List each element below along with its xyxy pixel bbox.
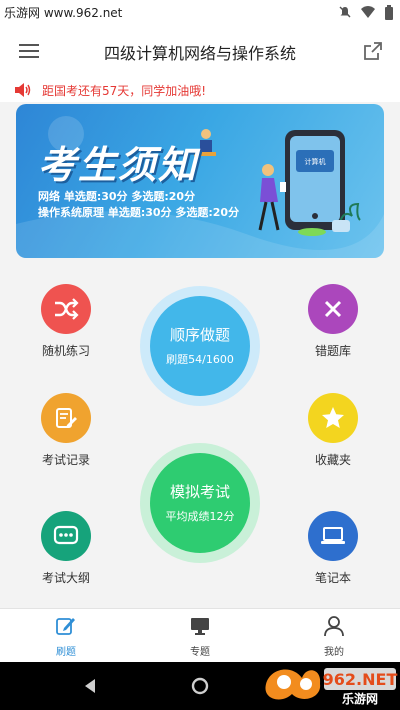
status-icons	[338, 4, 394, 20]
svg-text:962.NET: 962.NET	[323, 670, 398, 689]
share-button[interactable]	[360, 38, 386, 64]
exam-outline-button[interactable]: 考试大纲	[26, 511, 106, 586]
sequential-practice-progress: 刷题54/1600	[166, 353, 234, 366]
pencil-square-icon	[56, 618, 75, 635]
chat-dots-icon	[53, 525, 79, 545]
tab-practice[interactable]: 刷题	[26, 615, 106, 658]
notebook-circle	[308, 511, 358, 561]
sequential-practice-title: 顺序做题	[169, 326, 230, 344]
back-icon[interactable]	[80, 676, 100, 696]
edit-icon	[56, 408, 77, 428]
app-header: 四级计算机网络与操作系统	[0, 24, 400, 78]
shuffle-icon	[55, 298, 79, 320]
status-bar: 乐游网 www.962.net	[0, 0, 400, 24]
mock-exam-title: 模拟考试	[169, 483, 230, 501]
share-icon	[364, 42, 382, 60]
exam-countdown-notice: 距国考还有57天，同学加油哦!	[0, 78, 400, 102]
notice-text: 距国考还有57天，同学加油哦!	[42, 84, 207, 98]
wrong-questions-circle	[308, 284, 358, 334]
exam-records-label: 考试记录	[41, 453, 90, 467]
battery-icon	[385, 4, 393, 20]
mock-exam-button[interactable]: 模拟考试 平均成绩12分	[150, 453, 250, 553]
star-icon	[322, 407, 344, 428]
sequential-practice-button[interactable]: 顺序做题 刷题54/1600	[150, 296, 250, 396]
site-watermark-logo: 962.NET 乐游网	[262, 660, 398, 708]
close-icon	[324, 300, 342, 318]
mock-exam-average-score: 平均成绩12分	[165, 510, 235, 523]
watermark-text: 乐游网 www.962.net	[4, 6, 123, 20]
monitor-icon	[191, 618, 209, 635]
tab-topics[interactable]: 专题	[160, 615, 240, 658]
speaker-icon	[15, 83, 31, 97]
phone-badge-text: 计算机	[305, 157, 326, 166]
mute-icon	[339, 6, 351, 18]
laptop-icon	[321, 527, 345, 544]
exam-records-button[interactable]: 考试记录	[26, 393, 106, 468]
hamburger-icon	[19, 44, 39, 58]
page-title: 四级计算机网络与操作系统	[103, 44, 296, 63]
random-practice-button[interactable]: 随机练习	[26, 284, 106, 359]
random-practice-circle	[41, 284, 91, 334]
home-icon[interactable]	[190, 676, 210, 696]
exam-outline-label: 考试大纲	[41, 571, 90, 585]
favorites-circle	[308, 393, 358, 443]
tab-profile[interactable]: 我的	[294, 615, 374, 658]
menu-button[interactable]	[16, 38, 42, 64]
user-icon	[324, 616, 344, 637]
wrong-questions-button[interactable]: 错题库	[293, 284, 373, 359]
notebook-label: 笔记本	[314, 571, 351, 585]
banner-network-scores: 网络 单选题:30分 多选题:20分	[38, 190, 196, 203]
svg-text:乐游网: 乐游网	[342, 691, 378, 706]
exam-info-banner[interactable]: 计算机 考生须知 网络 单选题:30分 多选题:20分 操作系统原理 单选题:3…	[16, 104, 384, 258]
banner-os-scores: 操作系统原理 单选题:30分 多选题:20分	[38, 206, 240, 219]
bottom-tab-bar: 刷题 专题 我的	[0, 608, 400, 662]
tab-profile-label: 我的	[324, 647, 344, 658]
favorites-button[interactable]: 收藏夹	[293, 393, 373, 468]
wrong-questions-label: 错题库	[314, 344, 351, 358]
tab-practice-label: 刷题	[56, 647, 76, 658]
tab-topics-label: 专题	[190, 647, 210, 658]
exam-records-circle	[41, 393, 91, 443]
notebook-button[interactable]: 笔记本	[293, 511, 373, 586]
banner-title: 考生须知	[38, 143, 199, 187]
favorites-label: 收藏夹	[314, 453, 351, 467]
wifi-icon	[361, 6, 375, 18]
random-practice-label: 随机练习	[41, 344, 90, 358]
exam-outline-circle	[41, 511, 91, 561]
